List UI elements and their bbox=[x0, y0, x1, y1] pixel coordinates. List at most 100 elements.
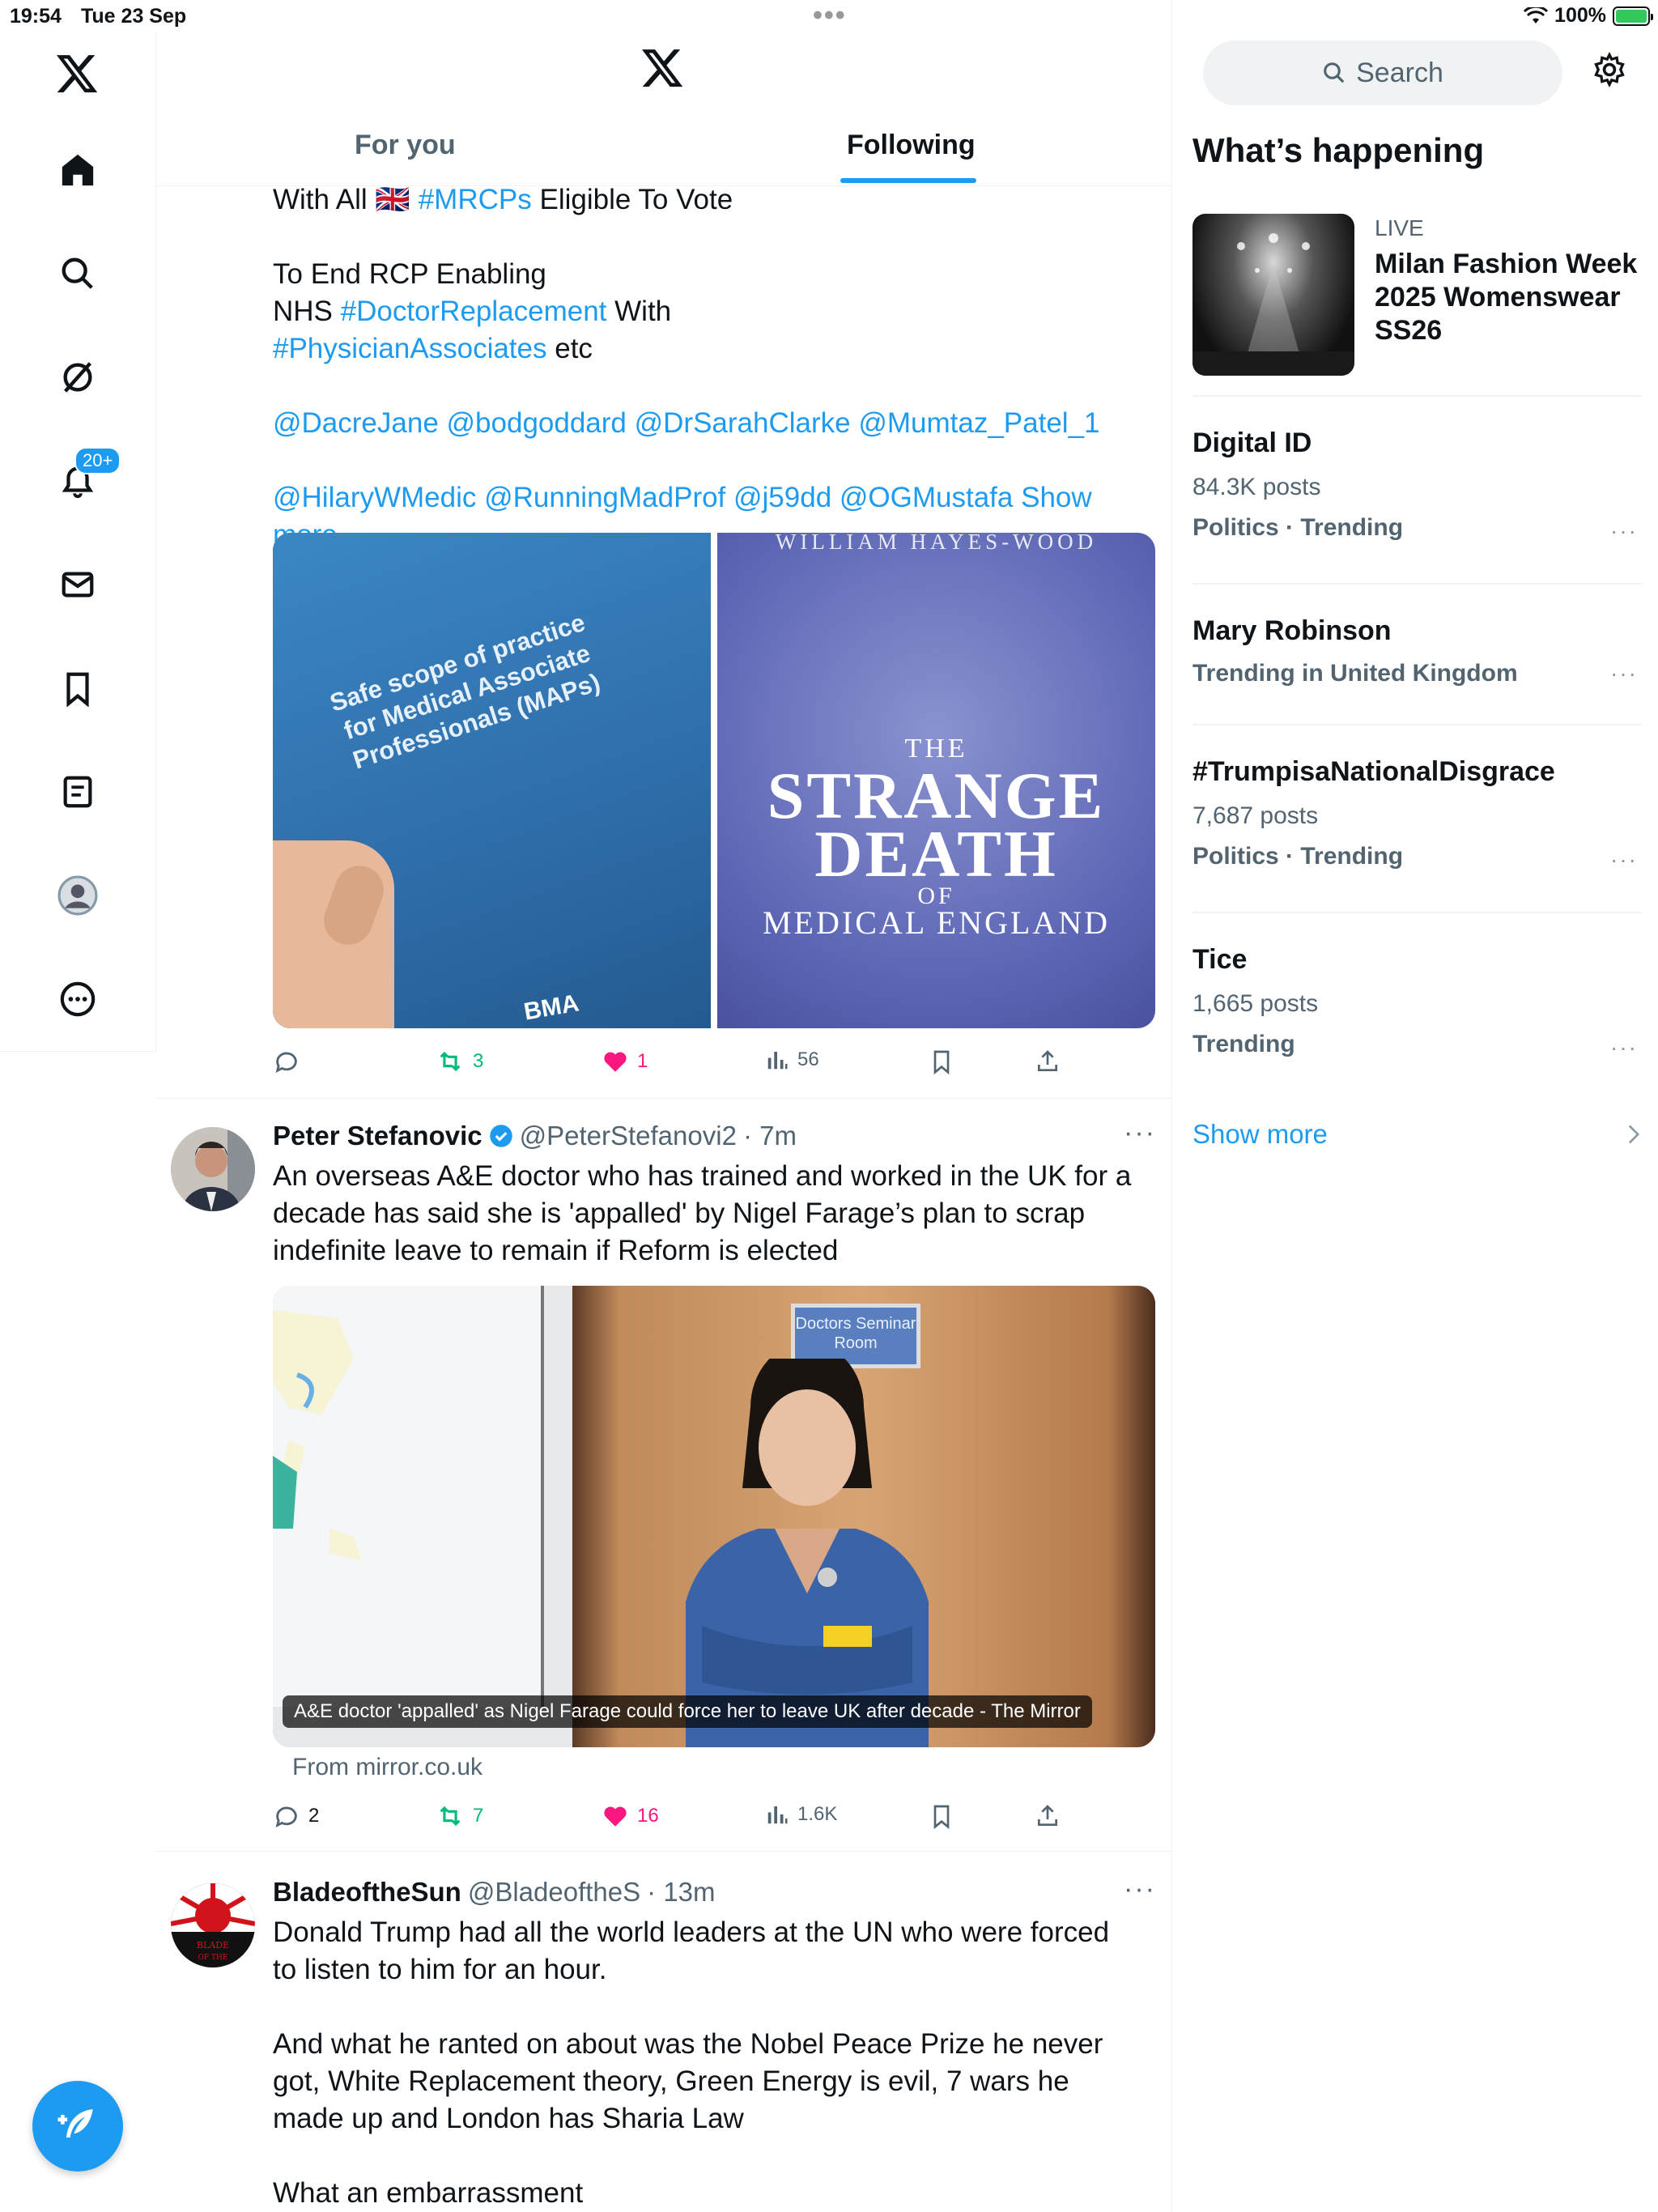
x-logo-icon bbox=[642, 49, 684, 93]
avatar[interactable]: BLADE OF THE bbox=[171, 1883, 255, 1967]
share-icon bbox=[1038, 1050, 1057, 1071]
tab-for-you[interactable]: For you bbox=[355, 130, 456, 161]
heart-filled-icon bbox=[604, 1806, 627, 1827]
trend-divider bbox=[1192, 912, 1642, 913]
trend-name: Tice bbox=[1192, 944, 1248, 975]
trend-divider bbox=[1192, 395, 1642, 397]
post-1-media[interactable]: Safe scope of practice for Medical Assoc… bbox=[273, 533, 1155, 1028]
post-3-text: Donald Trump had all the world leaders a… bbox=[273, 1916, 1110, 2209]
mentions-line[interactable]: @HilaryWMedic @RunningMadProf @j59dd @OG… bbox=[273, 482, 1013, 513]
trend-context: Politics · Trending bbox=[1192, 843, 1404, 870]
featured-trend-image bbox=[1192, 214, 1354, 376]
author-name[interactable]: BladeoftheSun bbox=[273, 1877, 461, 1908]
mentions-line[interactable]: @DacreJane @bodgoddard @DrSarahClarke @M… bbox=[273, 405, 1147, 442]
views-button[interactable]: 1.6K bbox=[765, 1802, 837, 1827]
whats-happening-title: What’s happening bbox=[1192, 131, 1485, 169]
trend-item[interactable]: Mary Robinson Trending in United Kingdom… bbox=[1192, 615, 1642, 687]
world-map bbox=[273, 1286, 544, 1707]
post-time[interactable]: · 7m bbox=[743, 1121, 797, 1151]
repost-button[interactable]: 7 bbox=[436, 1802, 483, 1830]
card-source[interactable]: From mirror.co.uk bbox=[292, 1754, 483, 1781]
trend-divider bbox=[1192, 724, 1642, 725]
settings-gear-icon[interactable] bbox=[1592, 51, 1627, 91]
trend-name: Mary Robinson bbox=[1192, 615, 1392, 646]
trend-item[interactable]: Digital ID 84.3K posts Politics · Trendi… bbox=[1192, 428, 1642, 544]
media-image-left[interactable]: Safe scope of practice for Medical Assoc… bbox=[273, 533, 711, 1028]
left-nav: 20+ bbox=[0, 32, 156, 1053]
verified-badge-icon bbox=[489, 1125, 512, 1147]
views-chart-icon bbox=[767, 1052, 788, 1070]
author-name[interactable]: Peter Stefanovic bbox=[273, 1121, 483, 1151]
trend-more-icon[interactable]: ··· bbox=[1610, 847, 1638, 873]
reply-button[interactable]: 2 bbox=[273, 1802, 319, 1830]
home-icon[interactable] bbox=[52, 144, 104, 196]
author-handle[interactable]: @BladeoftheS bbox=[468, 1877, 640, 1908]
chevron-right-icon bbox=[1628, 1125, 1640, 1144]
bookmark-icon bbox=[933, 1050, 950, 1075]
share-icon bbox=[1038, 1805, 1057, 1826]
avatar[interactable] bbox=[171, 1127, 255, 1211]
timeline: For you Following With All 🇬🇧 #MRCPs Eli… bbox=[156, 0, 1172, 2212]
trend-more-icon[interactable]: ··· bbox=[1610, 1035, 1638, 1061]
like-button[interactable]: 16 bbox=[602, 1802, 659, 1830]
reply-button[interactable] bbox=[273, 1048, 300, 1075]
bookmark-icon bbox=[933, 1805, 950, 1830]
media-image-right[interactable]: WILLIAM HAYES-WOOD THE STRANGE DEATH OF … bbox=[717, 533, 1155, 1028]
trend-count: 7,687 posts bbox=[1192, 802, 1319, 829]
bookmark-button[interactable] bbox=[929, 1048, 954, 1075]
show-more-trends[interactable]: Show more bbox=[1192, 1119, 1642, 1150]
trend-name: Digital ID bbox=[1192, 428, 1312, 458]
trend-more-icon[interactable]: ··· bbox=[1610, 518, 1638, 544]
right-sidebar: Search What’s happening LIVE Milan Fashi… bbox=[1172, 0, 1658, 2212]
post-divider bbox=[156, 1851, 1171, 1852]
compose-feather-icon bbox=[57, 2109, 93, 2138]
more-options-icon[interactable] bbox=[52, 973, 104, 1025]
hashtag-link[interactable]: #DoctorReplacement bbox=[341, 296, 607, 327]
notifications-bell-icon[interactable]: 20+ bbox=[52, 447, 121, 507]
active-tab-indicator bbox=[840, 178, 976, 183]
bookmark-button[interactable] bbox=[929, 1802, 954, 1830]
like-button[interactable]: 1 bbox=[602, 1048, 648, 1075]
heart-filled-icon bbox=[604, 1052, 627, 1072]
trend-item[interactable]: Tice 1,665 posts Trending ··· bbox=[1192, 944, 1642, 1061]
nav-divider bbox=[0, 1051, 156, 1052]
search-placeholder: Search bbox=[1356, 57, 1443, 88]
reply-icon bbox=[275, 1052, 297, 1073]
lists-icon[interactable] bbox=[52, 766, 104, 818]
post-2-text: An overseas A&E doctor who has trained a… bbox=[273, 1160, 1132, 1266]
card-caption: A&E doctor 'appalled' as Nigel Farage co… bbox=[283, 1695, 1092, 1728]
link-card[interactable]: Doctors Seminar Room A&E doctor 'appalle… bbox=[273, 1286, 1155, 1747]
search-icon bbox=[1324, 62, 1345, 83]
views-button[interactable]: 56 bbox=[765, 1048, 819, 1072]
author-handle[interactable]: @PeterStefanovi2 bbox=[520, 1121, 737, 1151]
trend-context: Trending bbox=[1192, 1031, 1295, 1057]
grok-icon[interactable] bbox=[52, 351, 104, 403]
profile-avatar-icon[interactable] bbox=[52, 870, 104, 921]
search-icon[interactable] bbox=[52, 248, 104, 300]
avatar-logo-text: BLADE bbox=[197, 1940, 229, 1950]
post-time[interactable]: · 13m bbox=[647, 1877, 715, 1908]
messages-icon[interactable] bbox=[52, 559, 104, 610]
hashtag-link[interactable]: #MRCPs bbox=[419, 184, 532, 215]
repost-icon bbox=[440, 1051, 461, 1072]
compose-post-button[interactable] bbox=[32, 2081, 123, 2172]
svg-text:OF THE: OF THE bbox=[198, 1954, 228, 1962]
repost-button[interactable]: 3 bbox=[436, 1048, 483, 1075]
hashtag-link[interactable]: #PhysicianAssociates bbox=[273, 333, 547, 364]
trend-more-icon[interactable]: ··· bbox=[1610, 661, 1638, 687]
doctor-figure bbox=[653, 1342, 961, 1747]
x-logo-icon[interactable] bbox=[52, 49, 104, 100]
share-button[interactable] bbox=[1035, 1048, 1061, 1075]
share-button[interactable] bbox=[1035, 1802, 1061, 1830]
trend-name: #TrumpisaNationalDisgrace bbox=[1192, 756, 1555, 787]
bookmarks-icon[interactable] bbox=[52, 662, 104, 714]
post-more-icon[interactable]: ··· bbox=[1124, 1874, 1156, 1905]
trend-context: Politics · Trending bbox=[1192, 514, 1404, 541]
trend-item[interactable]: #TrumpisaNationalDisgrace 7,687 posts Po… bbox=[1192, 756, 1642, 873]
post-more-icon[interactable]: ··· bbox=[1124, 1117, 1156, 1149]
search-input[interactable]: Search bbox=[1203, 40, 1562, 105]
notifications-badge: 20+ bbox=[74, 447, 121, 474]
views-chart-icon bbox=[767, 1806, 788, 1824]
show-more-link[interactable]: Show more bbox=[1192, 1119, 1328, 1150]
tab-following[interactable]: Following bbox=[847, 130, 976, 161]
